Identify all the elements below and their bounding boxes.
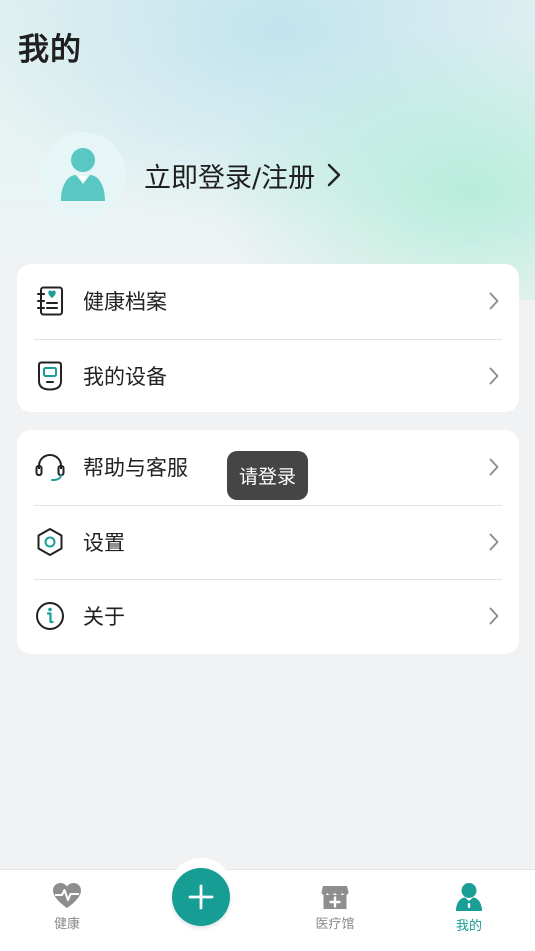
menu-item-label: 帮助与客服	[83, 456, 188, 481]
menu-item-label: 关于	[83, 605, 125, 630]
health-record-icon	[35, 286, 65, 316]
chevron-right-icon	[489, 458, 499, 476]
tab-label: 我的	[455, 919, 482, 934]
records-card: 健康档案 我的设备	[17, 264, 519, 412]
tab-clinic[interactable]: 医疗馆	[295, 882, 375, 932]
tab-mine[interactable]: 我的	[429, 882, 509, 934]
menu-item-label: 设置	[83, 530, 125, 555]
login-toast: 请登录	[227, 451, 308, 500]
heart-pulse-icon	[53, 883, 81, 908]
clinic-icon	[321, 886, 349, 909]
menu-item-settings[interactable]: 设置	[17, 504, 519, 580]
avatar-person-icon	[61, 148, 105, 201]
chevron-right-icon	[489, 607, 499, 625]
plus-icon	[188, 884, 214, 910]
tab-health[interactable]: 健康	[27, 882, 107, 932]
tab-label: 健康	[53, 917, 80, 932]
person-icon	[456, 883, 482, 911]
bottom-tab-bar: 健康 医疗馆 我的	[0, 869, 535, 951]
menu-item-about[interactable]: 关于	[17, 579, 519, 654]
login-register-link[interactable]: 立即登录/注册	[144, 156, 315, 195]
menu-item-label: 健康档案	[83, 290, 167, 315]
page-title: 我的	[18, 32, 82, 68]
menu-item-health-records[interactable]: 健康档案	[17, 264, 519, 339]
profile-login-area[interactable]: 立即登录/注册	[40, 132, 341, 218]
chevron-right-icon	[489, 367, 499, 385]
chevron-right-icon	[327, 163, 341, 187]
menu-item-my-devices[interactable]: 我的设备	[17, 338, 519, 414]
device-icon	[35, 361, 65, 391]
tab-label: 医疗馆	[315, 917, 355, 932]
chevron-right-icon	[489, 533, 499, 551]
add-button[interactable]	[172, 868, 230, 926]
chevron-right-icon	[489, 292, 499, 310]
menu-item-label: 我的设备	[83, 364, 167, 389]
info-icon	[35, 601, 65, 631]
avatar[interactable]	[40, 132, 126, 218]
headset-icon	[35, 452, 65, 482]
settings-hexagon-icon	[35, 527, 65, 557]
